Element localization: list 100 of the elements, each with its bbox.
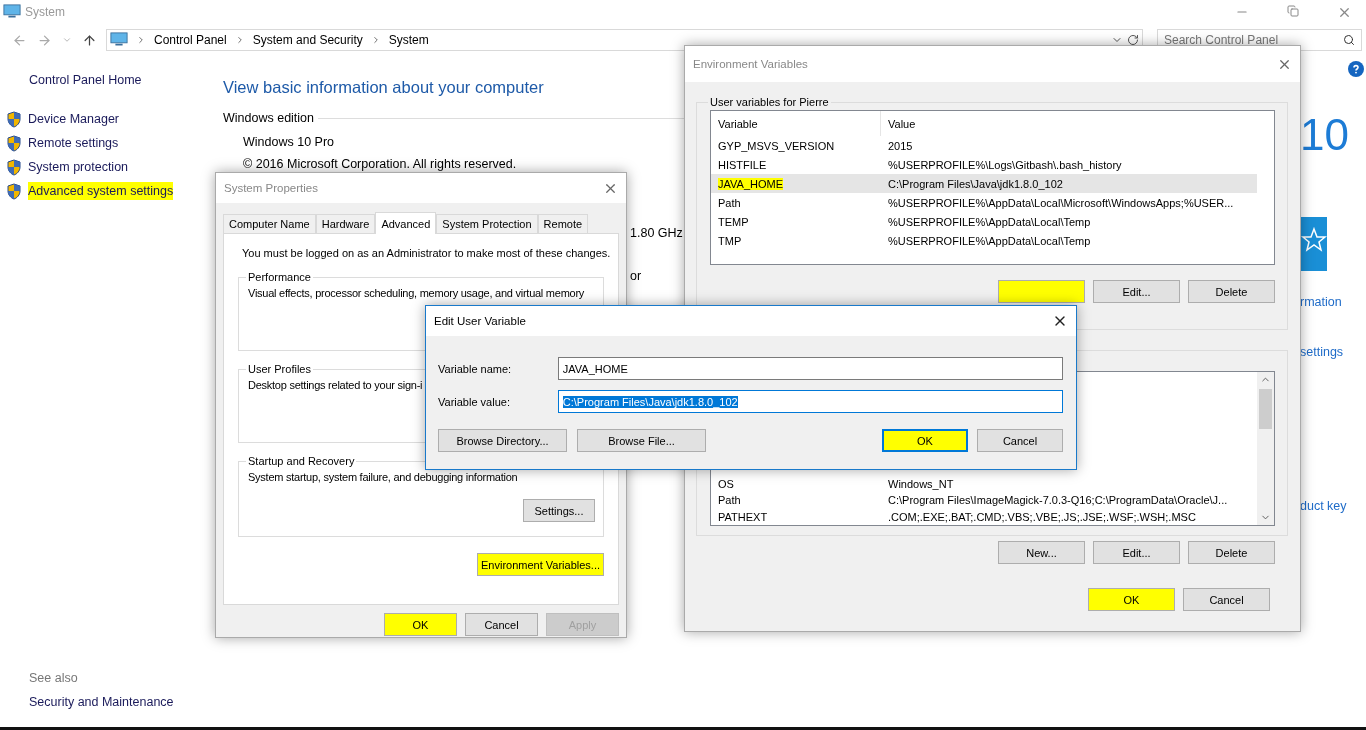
tab[interactable]: Advanced (375, 212, 437, 234)
list-button[interactable]: Delete (1188, 541, 1275, 564)
dialog-button[interactable]: OK (384, 613, 457, 636)
variable-value: Windows_NT (888, 478, 954, 491)
shield-icon (6, 134, 22, 152)
sidebar-link[interactable]: System protection (28, 158, 129, 176)
value-field[interactable]: C:\Program Files\Java\jdk1.8.0_102 (557, 390, 1063, 413)
group-description: Desktop settings related to your sign-i (248, 379, 423, 391)
list-button[interactable]: Edit... (1093, 280, 1180, 303)
sidebar-link[interactable]: Device Manager (28, 110, 119, 128)
home-link[interactable]: Control Panel Home (29, 73, 223, 87)
copyright-text: © 2016 Microsoft Corporation. All rights reserved. (243, 157, 517, 171)
shield-icon (6, 158, 22, 176)
scrollbar-thumb[interactable] (1259, 389, 1272, 429)
variable-value: C:\Program Files\Java\jdk1.8.0_102 (888, 177, 1063, 190)
variable-name: OS (718, 478, 734, 491)
info-text: or (630, 269, 642, 283)
list-row[interactable]: HISTFILE %USERPROFILE%\Logs\Gitbash\.bash_history (711, 155, 1257, 174)
link-text[interactable]: settings (1300, 345, 1366, 359)
browse-button[interactable]: Browse File... (577, 429, 706, 452)
windows-logo-text: 10 (1300, 113, 1350, 157)
variable-value: %USERPROFILE%\AppData\Local\Temp (888, 234, 1091, 247)
dialog-button[interactable]: Cancel (1183, 588, 1270, 611)
list-row[interactable]: OS Windows_NT (711, 476, 1257, 493)
recent-locations-icon[interactable] (62, 35, 72, 45)
column-header[interactable]: Variable (711, 111, 881, 136)
variable-value: %USERPROFILE%\AppData\Local\Temp (888, 215, 1091, 228)
dialog-button[interactable]: OK (1088, 588, 1175, 611)
group-title: User variables for Pierre (709, 96, 830, 108)
variable-name: Path (718, 196, 741, 209)
list-row[interactable]: Path C:\Program Files\ImageMagick-7.0.3-Q16;C:\ProgramData\Oracle\J... (711, 492, 1257, 509)
variable-name: JAVA_HOME (718, 177, 783, 190)
variable-name: GYP_MSVS_VERSION (718, 139, 835, 152)
refresh-icon[interactable] (1127, 34, 1139, 46)
list-button[interactable]: Delete (1188, 280, 1275, 303)
variable-name: TMP (718, 234, 742, 247)
variable-value: %USERPROFILE%\Logs\Gitbash\.bash_history (888, 158, 1122, 171)
breadcrumb-item[interactable]: System (388, 33, 429, 47)
group-title: Performance (247, 271, 312, 283)
list-row[interactable]: GYP_MSVS_VERSION 2015 (711, 136, 1257, 155)
new-button[interactable] (998, 280, 1085, 303)
list-row[interactable]: Path %USERPROFILE%\AppData\Local\Microsoft\WindowsApps;%USER... (711, 193, 1257, 212)
see-also-link[interactable]: Security and Maintenance (29, 695, 223, 709)
list-button[interactable]: New... (998, 541, 1085, 564)
info-text: 1.80 GHz (630, 226, 683, 240)
up-icon[interactable] (82, 32, 97, 48)
back-icon[interactable] (12, 32, 27, 48)
window-title: System (25, 5, 65, 19)
group-title: Startup and Recovery (247, 455, 356, 467)
help-icon[interactable] (1348, 61, 1364, 77)
list-button[interactable]: Edit... (1093, 541, 1180, 564)
list-row[interactable]: TMP %USERPROFILE%\AppData\Local\Temp (711, 231, 1257, 250)
field-label: Variable name: (438, 362, 513, 375)
dialog-title: System Properties (224, 182, 318, 194)
tab[interactable]: System Protection (436, 214, 538, 233)
dialog-title: Environment Variables (693, 58, 808, 70)
field-label: Variable value: (438, 395, 511, 408)
restore-icon[interactable] (1287, 4, 1299, 17)
sidebar-link[interactable]: Advanced system settings (28, 182, 174, 200)
breadcrumb-item[interactable]: Control Panel (154, 33, 227, 47)
variable-name: HISTFILE (718, 158, 767, 171)
edition-text: Windows 10 Pro (243, 135, 334, 149)
name-field[interactable]: JAVA_HOME (557, 357, 1063, 380)
environment-variables-button[interactable]: Environment Variables... (477, 553, 604, 576)
link-text[interactable]: rmation (1300, 295, 1366, 309)
energy-star-logo-icon (1300, 217, 1327, 271)
group-description: Visual effects, processor scheduling, memory usage, and virtual memory (248, 287, 585, 299)
link-text[interactable]: duct key (1300, 499, 1366, 513)
group-description: System startup, system failure, and debugging information (248, 471, 518, 483)
settings-button[interactable]: Settings... (523, 499, 595, 522)
sidebar-link[interactable]: Remote settings (28, 134, 119, 152)
dialog-button[interactable]: Cancel (465, 613, 538, 636)
tab[interactable]: Computer Name (223, 214, 316, 233)
tab[interactable]: Hardware (315, 214, 376, 233)
tab[interactable]: Remote (537, 214, 589, 233)
dialog-button[interactable]: OK (882, 429, 968, 452)
list-row[interactable]: TEMP %USERPROFILE%\AppData\Local\Temp (711, 212, 1257, 231)
group-title: User Profiles (247, 363, 312, 375)
section-title: Windows edition (223, 111, 314, 125)
chevron-right-icon (136, 35, 146, 45)
variable-name: PATHEXT (718, 510, 768, 523)
dialog-button[interactable]: Cancel (977, 429, 1063, 452)
variable-value: %USERPROFILE%\AppData\Local\Microsoft\WindowsApps;%USER... (888, 196, 1234, 209)
list-row[interactable]: PATHEXT .COM;.EXE;.BAT;.CMD;.VBS;.VBE;.JS;.JSE;.WSF;.WSH;.MSC (711, 508, 1257, 525)
forward-icon[interactable] (37, 32, 52, 48)
browse-button[interactable]: Browse Directory... (438, 429, 567, 452)
page-heading: View basic information about your computer (223, 78, 545, 97)
notice-text: You must be logged on as an Administrator to make most of these changes. (242, 247, 611, 259)
shield-icon (6, 110, 22, 128)
column-header[interactable]: Value (881, 111, 1274, 136)
scrollbar[interactable] (1257, 372, 1274, 525)
variable-name: Path (718, 494, 741, 507)
breadcrumb-item[interactable]: System and Security (252, 33, 363, 47)
list-row[interactable]: JAVA_HOME C:\Program Files\Java\jdk1.8.0_102 (711, 174, 1257, 193)
variable-value: 2015 (888, 139, 913, 152)
variable-value: .COM;.EXE;.BAT;.CMD;.VBS;.VBE;.JS;.JSE;.WSF;.WSH;.MSC (888, 510, 1196, 523)
variable-name: TEMP (718, 215, 749, 228)
computer-icon (3, 4, 21, 20)
variable-value: C:\Program Files\ImageMagick-7.0.3-Q16;C:\ProgramData\Oracle\J... (888, 494, 1228, 507)
computer-icon (110, 32, 128, 48)
